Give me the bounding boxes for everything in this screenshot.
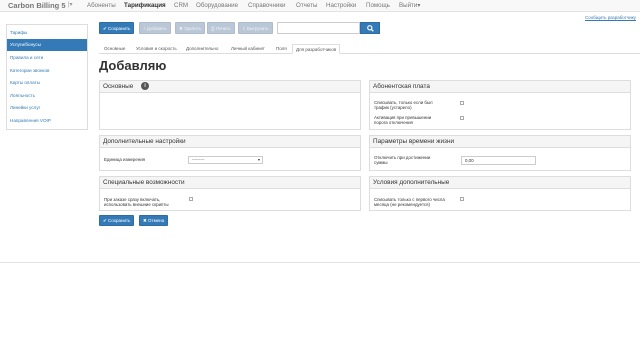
panel-main-heading: Основные i <box>100 81 360 93</box>
unit-select[interactable]: --------- ▾ <box>188 156 263 164</box>
tab-additional[interactable]: Дополнительно <box>183 44 221 54</box>
tab-developers[interactable]: Для разработчиков <box>292 44 341 54</box>
save-bottom-button[interactable]: ✔ Сохранить <box>99 215 135 226</box>
sidebar-item-tariffs[interactable]: Тарифы <box>7 27 87 39</box>
fee-option1-label: Списывать, только если был трафик (устар… <box>374 100 433 110</box>
panel-subscription-fee: Абонентская плата Списывать, только если… <box>369 80 631 130</box>
brand-logo[interactable]: Carbon Billing 5 <box>8 1 66 10</box>
nav-settings[interactable]: Настройки <box>326 2 356 9</box>
nav-reports[interactable]: Отчеты <box>296 2 317 9</box>
top-navbar: Carbon Billing 5 |▾ Абоненты Тарификация… <box>0 0 640 12</box>
unit-select-value: --------- <box>192 157 205 162</box>
cancel-button[interactable]: ✖ Отмена <box>139 215 169 226</box>
search-input[interactable] <box>277 22 360 34</box>
search-button[interactable] <box>360 22 380 34</box>
nav-logout[interactable]: Выйти▾ <box>399 2 420 9</box>
lifetime-amount-input[interactable]: 0,00 <box>461 156 536 165</box>
sidebar-item-services[interactable]: Услуги/бонусы <box>7 39 87 51</box>
nav-crm[interactable]: CRM <box>174 2 188 9</box>
sidebar-item-service-lines[interactable]: Линейки услуг <box>7 102 87 114</box>
panel-special: Специальные возможности При заказе сразу… <box>99 176 361 211</box>
export-button[interactable]: ⇩ Выгрузить <box>238 22 273 34</box>
chevron-down-icon: ▾ <box>257 157 260 162</box>
nav-subscribers[interactable]: Абоненты <box>87 2 116 9</box>
print-button[interactable]: ⎙ Печать <box>207 22 235 34</box>
conditions-option-checkbox[interactable] <box>460 197 464 201</box>
report-to-developer-link[interactable]: Сообщить разработчику <box>585 15 636 20</box>
special-option-label: При заказе сразу включать, использовать … <box>104 197 169 207</box>
panel-special-title: Специальные возможности <box>100 177 360 189</box>
brand-menu-caret[interactable]: |▾ <box>68 1 73 8</box>
conditions-option-label: Списывать только с первого числа месяца … <box>374 197 445 207</box>
search-icon <box>366 25 374 32</box>
sidebar: Тарифы Услуги/бонусы Правила и сети Кате… <box>6 24 88 130</box>
footer-divider <box>0 262 640 263</box>
sidebar-item-voip[interactable]: Направления VOIP <box>7 115 87 127</box>
delete-button[interactable]: ✖ Удалить <box>175 22 206 34</box>
add-button[interactable]: + Добавить <box>139 22 171 34</box>
panel-additional-conditions: Условия дополнительные Списывать только … <box>369 176 631 211</box>
sidebar-item-call-categories[interactable]: Категории звонков <box>7 65 87 77</box>
form-tabs: Основные Условия и скорость Дополнительн… <box>99 43 640 54</box>
panel-lifetime-title: Параметры времени жизни <box>370 136 630 148</box>
nav-directories[interactable]: Справочники <box>248 2 285 9</box>
panel-main: Основные i <box>99 80 361 130</box>
panel-extra-settings: Дополнительные настройки Единица измерен… <box>99 135 361 171</box>
special-option-checkbox[interactable] <box>189 197 193 201</box>
tab-main[interactable]: Основные <box>101 44 128 54</box>
nav-help[interactable]: Помощь <box>366 2 390 9</box>
info-icon[interactable]: i <box>141 82 150 91</box>
panel-lifetime: Параметры времени жизни Отключить при до… <box>369 135 631 171</box>
sidebar-item-loyalty[interactable]: Лояльность <box>7 90 87 102</box>
sidebar-item-payment-cards[interactable]: Карты оплаты <box>7 77 87 89</box>
fee-option1-checkbox[interactable] <box>460 101 464 105</box>
page-title: Добавляю <box>99 58 167 73</box>
panel-subscription-fee-title: Абонентская плата <box>370 81 630 93</box>
tab-fields[interactable]: Поля <box>273 44 290 54</box>
tab-conditions-speed[interactable]: Условия и скорость <box>133 44 180 54</box>
panel-extra-settings-title: Дополнительные настройки <box>100 136 360 148</box>
tab-personal-cabinet[interactable]: Личный кабинет <box>228 44 268 54</box>
panel-main-title: Основные <box>103 83 134 90</box>
panel-additional-conditions-title: Условия дополнительные <box>370 177 630 189</box>
sidebar-item-rules[interactable]: Правила и сети <box>7 52 87 64</box>
fee-option2-checkbox[interactable] <box>460 116 464 120</box>
fee-option2-label: Активация при превышении порога отключен… <box>374 115 432 125</box>
nav-equipment[interactable]: Оборудование <box>196 2 238 9</box>
save-button[interactable]: ✔ Сохранить <box>99 22 135 34</box>
nav-tariffing[interactable]: Тарификация <box>124 2 166 9</box>
lifetime-field-label: Отключить при достижении суммы <box>374 155 431 165</box>
unit-label: Единица измерения <box>104 157 146 162</box>
